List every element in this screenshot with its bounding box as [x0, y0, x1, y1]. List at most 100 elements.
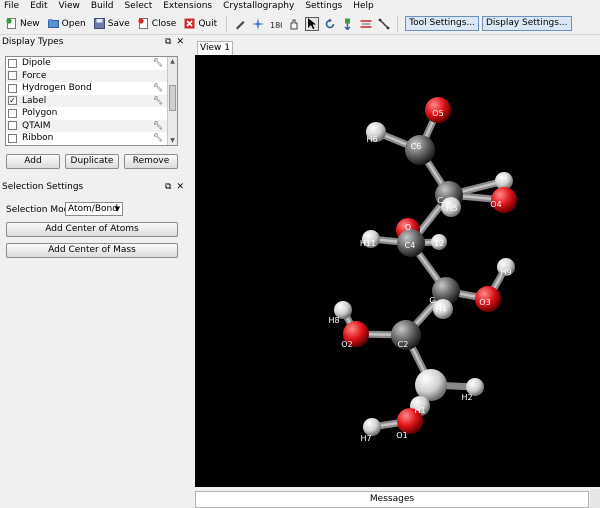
menu-view[interactable]: View — [59, 0, 80, 13]
close-dock-icon[interactable]: ✕ — [176, 182, 184, 192]
molecule-viewport[interactable]: O5 H6 C6 C H H5 O4 O H11 C4 12 H9 C H4 O3 H8 O2 C2 H2 H1 H7 O… — [195, 55, 600, 487]
display-type-item[interactable]: Polygon — [6, 107, 177, 120]
menu-file[interactable]: File — [4, 0, 19, 13]
display-settings-button[interactable]: Display Settings... — [481, 16, 572, 31]
save-button-label: Save — [107, 18, 130, 29]
display-types-list[interactable]: Dipole 🔧︎ Force Hydrogen Bond 🔧︎ ✓ Label 🔧︎ Poly… — [5, 56, 178, 146]
list-scrollbar[interactable]: ▲ ▼ — [167, 57, 177, 145]
scroll-down-icon[interactable]: ▼ — [168, 137, 177, 144]
remove-display-button[interactable]: Remove — [124, 154, 178, 169]
bond-centric-tool-icon[interactable]: 180 — [269, 17, 283, 31]
open-button[interactable]: Open — [45, 15, 89, 33]
manipulate-tool-icon[interactable] — [287, 17, 301, 31]
display-type-checkbox[interactable] — [8, 58, 17, 68]
atom-label: 12 — [434, 239, 444, 248]
menu-help[interactable]: Help — [353, 0, 374, 13]
quit-icon — [184, 18, 195, 29]
select-tool-icon[interactable] — [305, 16, 320, 31]
align-tool-icon[interactable] — [377, 17, 391, 31]
display-type-checkbox[interactable] — [8, 108, 17, 118]
wrench-icon[interactable]: 🔧︎ — [153, 121, 163, 130]
selection-mode-select[interactable]: Atom/Bond ▼ — [65, 202, 123, 216]
tab-view-1[interactable]: View 1 — [197, 41, 233, 55]
atom-label: H — [501, 174, 507, 183]
display-type-checkbox[interactable] — [8, 83, 17, 93]
save-button[interactable]: Save — [91, 15, 133, 33]
display-type-label: Ribbon — [22, 133, 54, 144]
quit-button-label: Quit — [198, 18, 218, 29]
auto-optimize-tool-icon[interactable] — [341, 17, 355, 31]
display-type-item[interactable]: Dipole 🔧︎ — [6, 57, 177, 70]
close-button-label: Close — [151, 18, 177, 29]
display-type-checkbox[interactable] — [8, 121, 17, 131]
display-type-item[interactable]: ✓ Label 🔧︎ — [6, 94, 177, 107]
scroll-up-icon[interactable]: ▲ — [168, 58, 177, 65]
atom-label: O4 — [490, 200, 501, 209]
new-button[interactable]: New — [3, 15, 43, 33]
tool-settings-button[interactable]: Tool Settings... — [405, 16, 479, 31]
atom-label: O3 — [479, 298, 490, 307]
add-display-button[interactable]: Add — [6, 154, 60, 169]
chevron-down-icon: ▼ — [114, 205, 120, 213]
wrench-icon[interactable]: 🔧︎ — [153, 58, 163, 67]
display-type-checkbox[interactable] — [8, 133, 17, 143]
display-type-item[interactable]: Ribbon 🔧︎ — [6, 132, 177, 145]
menubar: File Edit View Build Select Extensions C… — [0, 0, 600, 13]
menu-select[interactable]: Select — [124, 0, 152, 13]
add-center-of-atoms-button[interactable]: Add Center of Atoms — [6, 222, 178, 237]
selection-settings-dock-title: Selection Settings ⧉ ✕ — [0, 181, 187, 193]
display-type-item[interactable]: QTAIM 🔧︎ — [6, 119, 177, 132]
toolbar-separator — [397, 15, 399, 32]
menu-extensions[interactable]: Extensions — [163, 0, 212, 13]
menu-settings[interactable]: Settings — [305, 0, 342, 13]
atom-label: H9 — [500, 268, 511, 277]
open-button-label: Open — [61, 18, 86, 29]
display-type-item[interactable]: Hydrogen Bond 🔧︎ — [6, 82, 177, 95]
duplicate-display-button[interactable]: Duplicate — [65, 154, 119, 169]
atom-label: H7 — [360, 434, 371, 443]
atom-label: H1 — [414, 406, 425, 415]
main-toolbar: New Open Save Close Quit 180 — [0, 13, 600, 35]
selection-settings-title: Selection Settings — [2, 182, 84, 192]
atom-label: H2 — [461, 393, 472, 402]
new-file-icon — [6, 18, 17, 29]
atom-label: O2 — [341, 340, 352, 349]
atom-label: O5 — [432, 109, 443, 118]
messages-panel-tab[interactable]: Messages — [195, 491, 589, 508]
auto-rotate-tool-icon[interactable] — [323, 17, 337, 31]
menu-crystallography[interactable]: Crystallography — [223, 0, 294, 13]
display-type-checkbox[interactable]: ✓ — [8, 96, 17, 106]
wrench-icon[interactable]: 🔧︎ — [153, 133, 163, 142]
display-type-checkbox[interactable] — [8, 71, 17, 81]
new-button-label: New — [20, 18, 40, 29]
atom-label: O — [405, 223, 411, 232]
measure-tool-icon[interactable] — [359, 17, 373, 31]
display-type-item[interactable]: Force — [6, 69, 177, 82]
atom-label: C — [437, 196, 443, 205]
display-type-label: Force — [22, 70, 47, 81]
menu-build[interactable]: Build — [91, 0, 114, 13]
add-center-of-mass-button[interactable]: Add Center of Mass — [6, 243, 178, 258]
resize-grip[interactable] — [590, 489, 600, 508]
close-button[interactable]: Close — [135, 15, 180, 33]
wrench-icon[interactable]: 🔧︎ — [153, 96, 163, 105]
draw-tool-icon[interactable] — [233, 17, 247, 31]
display-type-label: Label — [22, 95, 47, 106]
float-dock-icon[interactable]: ⧉ — [165, 182, 171, 192]
close-dock-icon[interactable]: ✕ — [176, 37, 184, 47]
scrollbar-thumb[interactable] — [169, 85, 176, 111]
menu-edit[interactable]: Edit — [30, 0, 47, 13]
atom-label: C4 — [405, 241, 416, 250]
atom-label: C — [429, 296, 435, 305]
atom-label: O1 — [396, 431, 407, 440]
wrench-icon[interactable]: 🔧︎ — [153, 83, 163, 92]
display-type-label: Dipole — [22, 58, 51, 69]
display-type-label: Polygon — [22, 108, 58, 119]
atom-label: H8 — [328, 316, 339, 325]
float-dock-icon[interactable]: ⧉ — [165, 37, 171, 47]
quit-button[interactable]: Quit — [181, 15, 220, 33]
molecule-render[interactable]: O5H6C6CHH5 O4OH11 C4 12H9CH4O3H8O2 C2H2H1H7 O… — [195, 55, 600, 487]
toolbar-separator — [226, 15, 228, 32]
atom-label: H4 — [435, 305, 446, 314]
navigate-tool-icon[interactable] — [251, 17, 265, 31]
